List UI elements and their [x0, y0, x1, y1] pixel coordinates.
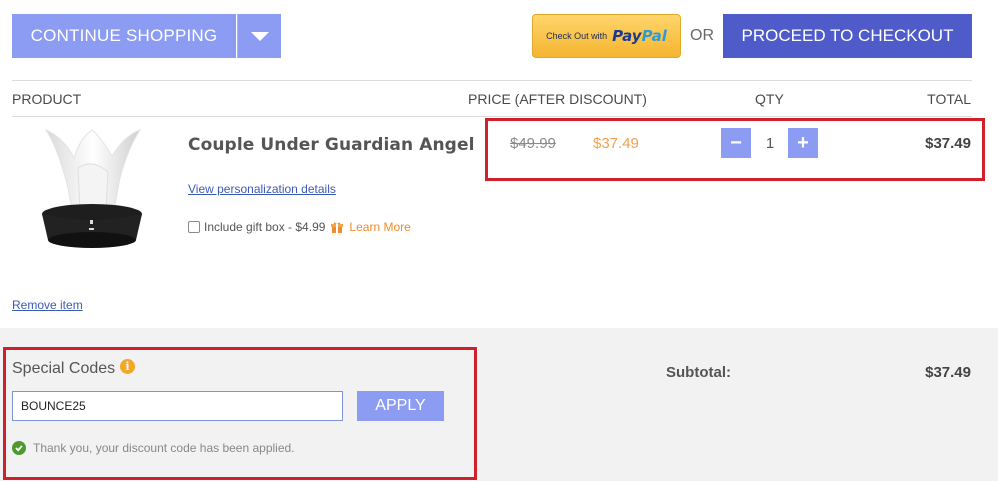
- original-price: $49.99: [510, 135, 556, 152]
- divider: [12, 80, 972, 81]
- apply-code-button[interactable]: APPLY: [357, 391, 444, 421]
- paypal-checkout-button[interactable]: Check Out with PayPal: [532, 14, 681, 58]
- learn-more-link[interactable]: Learn More: [349, 220, 410, 234]
- code-success-message: Thank you, your discount code has been a…: [12, 441, 295, 455]
- quantity-value: 1: [765, 135, 775, 152]
- decrease-quantity-button[interactable]: −: [721, 128, 751, 158]
- gift-box-checkbox[interactable]: [188, 221, 200, 233]
- or-separator: OR: [690, 27, 714, 44]
- chevron-down-icon: [250, 31, 269, 41]
- divider: [12, 116, 972, 117]
- special-codes-title: Special Codes: [12, 360, 116, 377]
- minus-icon: −: [730, 131, 742, 154]
- subtotal-value: $37.49: [925, 364, 971, 381]
- gift-icon: [331, 222, 344, 233]
- plus-icon: +: [797, 131, 809, 154]
- product-image[interactable]: [28, 128, 156, 260]
- paypal-prefix-label: Check Out with: [546, 31, 608, 41]
- column-header-qty: QTY: [755, 91, 784, 107]
- product-name[interactable]: Couple Under Guardian Angel: [188, 135, 475, 155]
- discounted-price: $37.49: [593, 135, 639, 152]
- paypal-logo: PayPal: [612, 27, 667, 45]
- view-personalization-link[interactable]: View personalization details: [188, 182, 336, 196]
- increase-quantity-button[interactable]: +: [788, 128, 818, 158]
- success-text: Thank you, your discount code has been a…: [33, 441, 295, 455]
- column-header-total: TOTAL: [927, 91, 971, 107]
- line-total: $37.49: [925, 135, 971, 152]
- gift-box-label: Include gift box - $4.99: [204, 220, 326, 234]
- continue-shopping-dropdown-button[interactable]: [237, 14, 281, 58]
- proceed-to-checkout-button[interactable]: PROCEED TO CHECKOUT: [723, 14, 972, 58]
- subtotal-label: Subtotal:: [666, 364, 731, 381]
- check-circle-icon: [12, 441, 26, 455]
- gift-box-option: Include gift box - $4.99 Learn More: [188, 220, 411, 234]
- column-header-price: PRICE (AFTER DISCOUNT): [468, 91, 647, 107]
- continue-shopping-button[interactable]: CONTINUE SHOPPING: [12, 14, 236, 58]
- column-header-product: PRODUCT: [12, 91, 82, 107]
- info-icon[interactable]: i: [120, 359, 135, 374]
- remove-item-link[interactable]: Remove item: [12, 298, 83, 312]
- special-code-input[interactable]: [12, 391, 343, 421]
